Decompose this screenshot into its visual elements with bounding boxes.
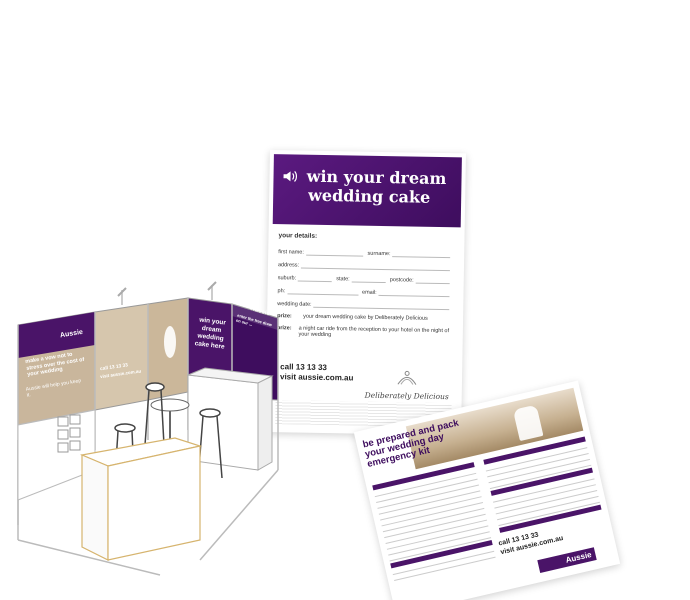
- round-table: [150, 398, 190, 412]
- spotlight-icons: [117, 281, 217, 297]
- booth-panel4-text: win your dream wedding cake here: [194, 316, 227, 351]
- product-collage: win your dream wedding cake your details…: [0, 0, 690, 600]
- exhibition-booth: [17, 281, 279, 576]
- bride-figure: [164, 326, 176, 358]
- panel-2: [94, 303, 149, 411]
